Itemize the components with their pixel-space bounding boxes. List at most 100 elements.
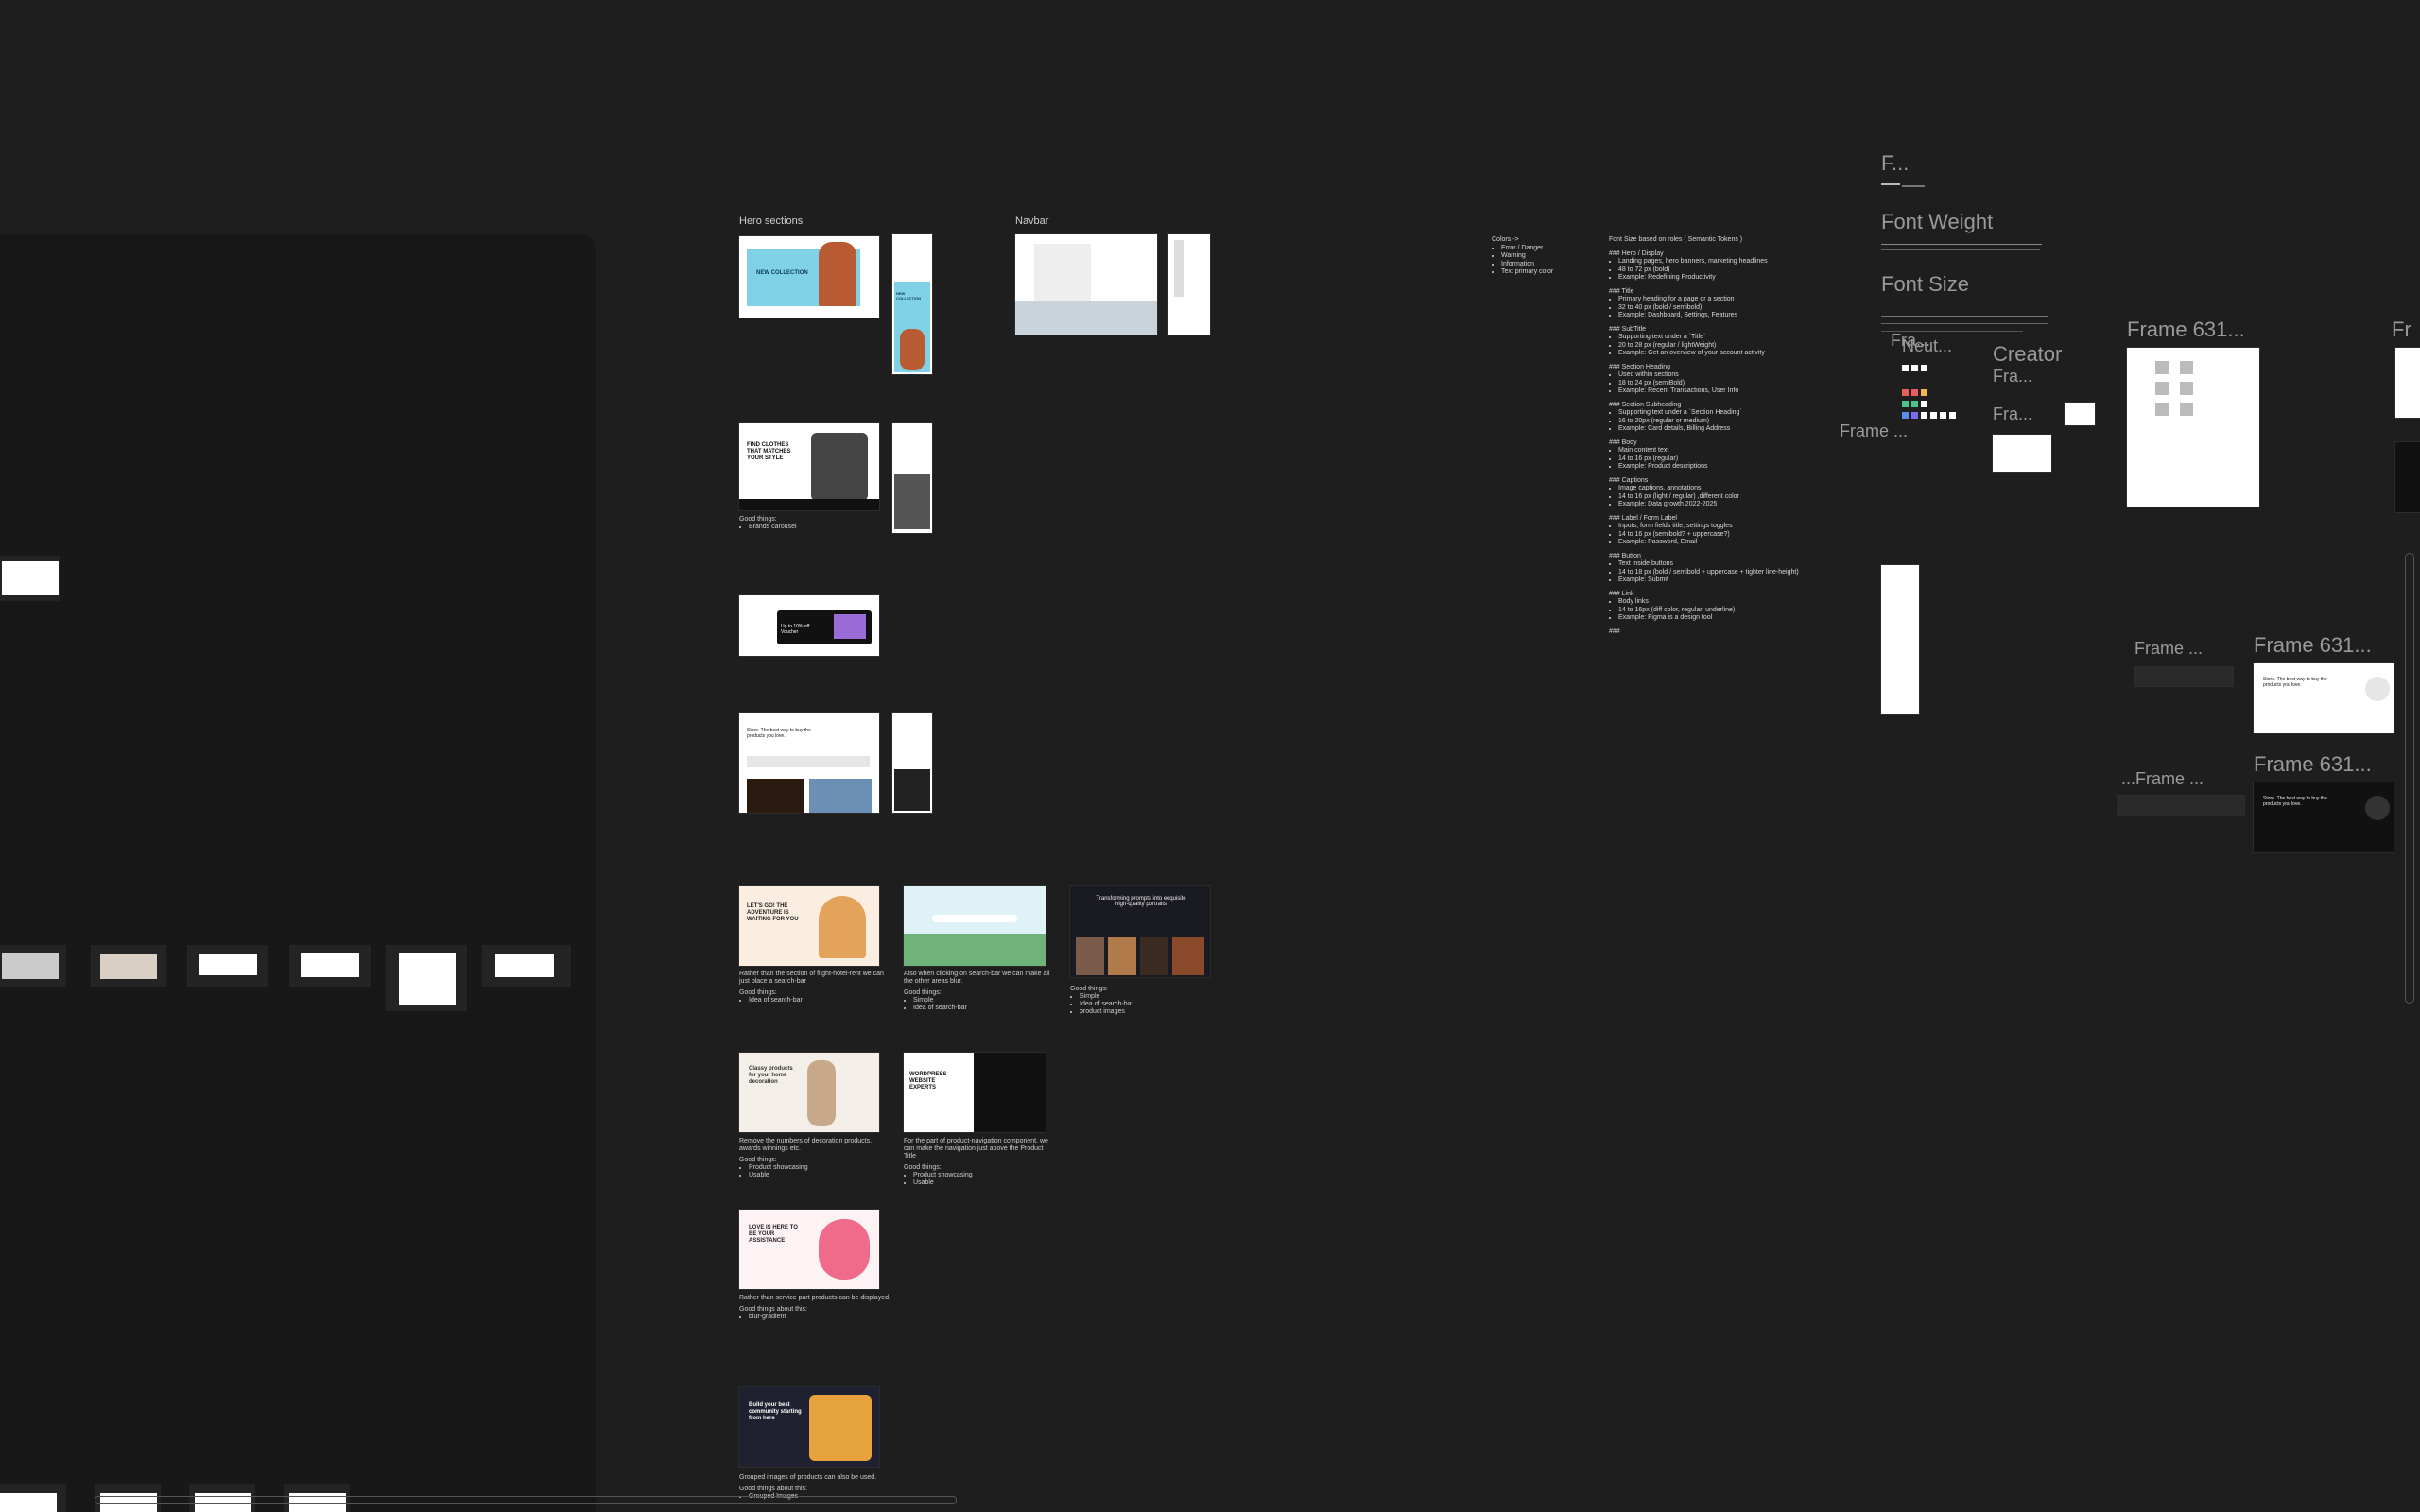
font-note-item: Example: Figma is a design tool xyxy=(1618,614,1799,623)
navbar-thumb-mobile[interactable] xyxy=(1168,234,1210,335)
font-note-item: 14 to 16px (diff color, regular, underli… xyxy=(1618,607,1799,615)
hero-thumb-store-mobile[interactable] xyxy=(892,713,932,813)
caption-title: Good things: xyxy=(904,1164,942,1171)
hero-thumb-decoration[interactable]: Classy products for your home decoration xyxy=(739,1053,879,1132)
font-note-block: ### LinkBody links14 to 16px (diff color… xyxy=(1609,591,1799,623)
font-note-item: Supporting text under a `Title` xyxy=(1618,334,1799,342)
swatch-chip xyxy=(1911,365,1918,371)
panel-frame-thumb[interactable] xyxy=(0,556,60,601)
panel-frame-thumb[interactable] xyxy=(0,1484,66,1512)
frame-label-frame-631-c[interactable]: Frame 631... xyxy=(2254,752,2372,777)
font-note-item: 14 to 16 px (regular) xyxy=(1618,455,1799,464)
hero-thumb-mobile[interactable]: NEW COLLECTION xyxy=(892,234,932,374)
frame-label-frame-631-a[interactable]: Frame 631... xyxy=(2127,318,2245,342)
section-label-hero[interactable]: Hero sections xyxy=(739,215,803,227)
caption-7: Rather than service part products can be… xyxy=(739,1295,890,1321)
frame-label-font-size[interactable]: Font Size xyxy=(1881,272,1969,297)
caption-1: Good things: Brands carousel xyxy=(739,516,797,531)
hero-thumb-new-collection[interactable]: NEW COLLECTION xyxy=(739,236,879,318)
frame-dots2-thumb[interactable] xyxy=(2118,796,2244,815)
caption-title: Good things about this: xyxy=(739,1486,807,1492)
vertical-scrollbar[interactable] xyxy=(2405,553,2414,1004)
caption-item: Usable xyxy=(749,1172,890,1179)
font-note-item: Body links xyxy=(1618,598,1799,607)
font-note-item: 48 to 72 px (bold) xyxy=(1618,266,1799,275)
frame-label-f[interactable]: F... xyxy=(1881,151,1909,176)
frame-631-thumb-a[interactable] xyxy=(2127,348,2259,507)
hero-thumb-sale[interactable]: Up to 10% off Voucher xyxy=(739,595,879,656)
hero-thumb-community[interactable]: Build your best community starting from … xyxy=(739,1387,879,1467)
font-note-item: Used within sections xyxy=(1618,371,1799,380)
edge-frame-thumb-dark[interactable] xyxy=(2395,442,2420,512)
frame-label-fra-c[interactable]: Fra... xyxy=(1993,404,2032,424)
hero-thumb-store[interactable]: Store. The best way to buy the products … xyxy=(739,713,879,813)
hero-thumb-heading: LET'S GO! THE ADVENTURE IS WAITING FOR Y… xyxy=(747,903,799,922)
panel-frame-thumb[interactable] xyxy=(91,945,166,987)
panel-frame-thumb[interactable] xyxy=(482,945,571,987)
panel-frame-thumb[interactable] xyxy=(0,945,66,987)
creator-frame-thumb[interactable] xyxy=(1993,435,2051,472)
font-note-heading: ### xyxy=(1609,627,1620,635)
font-size-note[interactable]: Font Size based on roles ( Semantic Toke… xyxy=(1609,236,1799,636)
swatch-chip xyxy=(1902,412,1909,419)
swatch-group[interactable] xyxy=(1902,365,1978,444)
frame-label-frame-631-b[interactable]: Frame 631... xyxy=(2254,633,2372,658)
frame-label-frame-dots[interactable]: Frame ... xyxy=(2135,639,2203,659)
hero-thumb-find-clothes[interactable]: FIND CLOTHES THAT MATCHES YOUR STYLE xyxy=(739,423,879,510)
frame-line xyxy=(1881,183,1900,185)
caption-item: Simple xyxy=(913,997,1055,1005)
frame-631-thumb-b[interactable]: Store. The best way to buy the products … xyxy=(2254,663,2394,733)
colors-note-item: Warning xyxy=(1501,252,1553,261)
hero-thumb-heading: Transforming prompts into exquisite high… xyxy=(1096,896,1186,907)
swatch-chip xyxy=(1921,412,1927,419)
frame-label-creator[interactable]: Creator xyxy=(1993,342,2062,367)
artboard-panel[interactable] xyxy=(0,234,596,1512)
hero-thumb-heading: LOVE IS HERE TO BE YOUR ASSISTANCE xyxy=(749,1225,798,1244)
font-note-block: ### CaptionsImage captions, annotations1… xyxy=(1609,477,1799,509)
caption-text: Grouped images of products can also be u… xyxy=(739,1474,877,1481)
caption-title: Good things about this: xyxy=(739,1306,807,1313)
section-label-navbar[interactable]: Navbar xyxy=(1015,215,1048,227)
hero-thumb-heading: WORDPRESS WEBSITE EXPERTS xyxy=(909,1072,947,1091)
frame-631-thumb-c[interactable]: Store. The best way to buy the products … xyxy=(2254,782,2394,852)
hero-thumb-love[interactable]: LOVE IS HERE TO BE YOUR ASSISTANCE xyxy=(739,1210,879,1289)
frame-label-frame-dots2[interactable]: ...Frame ... xyxy=(2121,769,2204,789)
frame-label-frame-left[interactable]: Frame ... xyxy=(1840,421,1908,441)
hero-thumb-wordpress[interactable]: WORDPRESS WEBSITE EXPERTS xyxy=(904,1053,1046,1132)
frame-label-fra-b[interactable]: Fra... xyxy=(1993,367,2032,387)
colors-note-item: Information xyxy=(1501,261,1553,269)
edge-frame-thumb[interactable] xyxy=(2395,348,2420,418)
horizontal-scrollbar[interactable] xyxy=(95,1496,957,1504)
frame-label-font-weight[interactable]: Font Weight xyxy=(1881,210,1993,234)
creator-frame-thumb-small[interactable] xyxy=(2065,403,2095,425)
font-note-block: ### Section HeadingUsed within sections1… xyxy=(1609,364,1799,396)
font-note-item: Example: Card details, Billing Address xyxy=(1618,425,1799,434)
frame-label-edge[interactable]: Fr xyxy=(2392,318,2411,342)
panel-frame-thumb[interactable] xyxy=(187,945,268,987)
caption-item: Brands carousel xyxy=(749,524,797,531)
font-note-item: Example: Password, Email xyxy=(1618,539,1799,547)
hero-thumb-prompts[interactable]: Transforming prompts into exquisite high… xyxy=(1070,886,1210,977)
font-note-item: 20 to 28 px (regular / lightWeight) xyxy=(1618,342,1799,351)
panel-frame-thumb[interactable] xyxy=(289,945,371,987)
hero-thumb-search[interactable] xyxy=(904,886,1046,966)
hero-thumb-find-clothes-mobile[interactable] xyxy=(892,423,932,533)
hero-thumb-adventure[interactable]: LET'S GO! THE ADVENTURE IS WAITING FOR Y… xyxy=(739,886,879,966)
caption-title: Good things: xyxy=(1070,986,1108,992)
frame-thumb-heading: Store. The best way to buy the products … xyxy=(2263,677,2327,688)
colors-note[interactable]: Colors -> Error / Danger Warning Informa… xyxy=(1492,236,1553,277)
font-note-block: ### Hero / DisplayLanding pages, hero ba… xyxy=(1609,250,1799,283)
navbar-thumb-desktop[interactable] xyxy=(1015,234,1157,335)
font-note-item: Primary heading for a page or a section xyxy=(1618,296,1799,304)
frame-label-neut[interactable]: Neut... xyxy=(1902,336,1952,356)
font-note-title: Font Size based on roles ( Semantic Toke… xyxy=(1609,236,1743,243)
hero-thumb-heading: NEW COLLECTION xyxy=(756,270,808,276)
tall-frame-thumb[interactable] xyxy=(1881,565,1919,714)
caption-title: Good things: xyxy=(904,989,942,996)
caption-item: Idea of search-bar xyxy=(913,1005,1055,1012)
font-note-item: Example: Data growth 2022-2025 xyxy=(1618,501,1799,509)
frame-dots-thumb[interactable] xyxy=(2135,667,2233,686)
panel-frame-thumb[interactable] xyxy=(386,945,467,1011)
caption-6: For the part of product-navigation compo… xyxy=(904,1138,1055,1187)
font-note-heading: ### Captions xyxy=(1609,476,1649,484)
